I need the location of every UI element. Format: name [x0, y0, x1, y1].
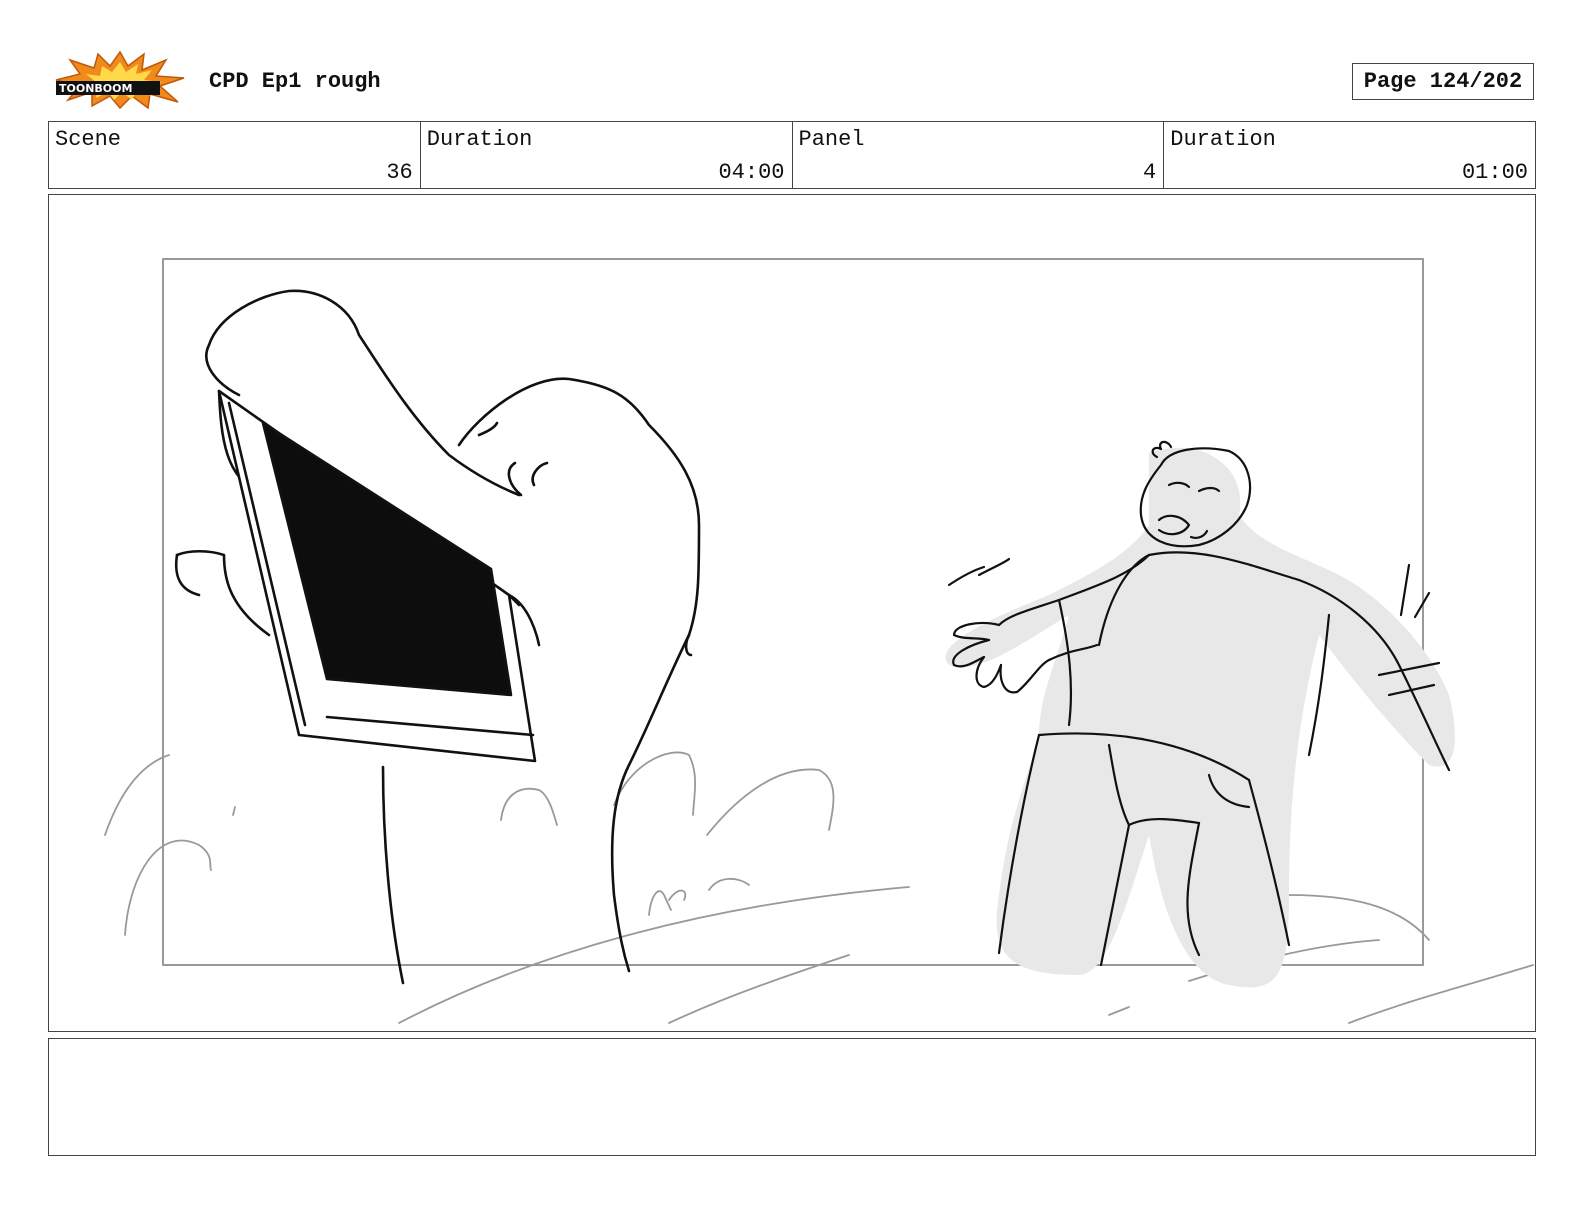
panel-duration-value: 01:00: [1461, 160, 1528, 185]
scene-duration-label: Duration: [426, 127, 533, 152]
panel-cell: Panel 4: [793, 122, 1165, 188]
scene-label: Scene: [55, 127, 122, 152]
scene-cell: Scene 36: [49, 122, 421, 188]
man-figure-sketch: [945, 440, 1455, 988]
scene-duration-cell: Duration 04:00: [421, 122, 793, 188]
page-number: Page 124/202: [1352, 63, 1534, 100]
panel-label: Panel: [798, 127, 865, 152]
document-title: CPD Ep1 rough: [209, 69, 381, 94]
scene-duration-value: 04:00: [718, 160, 785, 185]
logo-text: TOONBOOM: [59, 82, 132, 95]
info-row: Scene 36 Duration 04:00 Panel 4 Duration…: [48, 121, 1536, 189]
notes-area: [48, 1038, 1536, 1156]
scene-value: 36: [386, 160, 413, 185]
monitor-sketch: [217, 389, 541, 763]
panel-value: 4: [1143, 160, 1157, 185]
toonboom-logo: TOONBOOM: [52, 50, 188, 110]
storyboard-panel: [48, 194, 1536, 1032]
background-sketch: [104, 751, 1534, 1024]
panel-duration-label: Duration: [1170, 127, 1276, 152]
panel-duration-cell: Duration 01:00: [1164, 122, 1535, 188]
